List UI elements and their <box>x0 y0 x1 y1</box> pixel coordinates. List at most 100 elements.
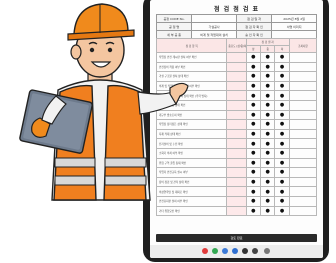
construction-worker-illustration <box>19 3 189 201</box>
result-check-cell[interactable]: ● <box>259 147 276 159</box>
importance-cell[interactable] <box>226 176 247 188</box>
result-check-cell[interactable]: ● <box>259 119 276 130</box>
result-check-cell[interactable]: ● <box>274 61 290 73</box>
note-cell[interactable] <box>288 109 318 121</box>
result-check-cell[interactable]: ● <box>274 52 290 63</box>
result-check-cell[interactable]: ● <box>245 99 261 111</box>
vest-reflective-strip <box>54 175 96 186</box>
result-check-cell[interactable]: ● <box>274 128 290 140</box>
green-app-icon[interactable] <box>212 248 218 254</box>
result-check-cell[interactable]: ● <box>259 71 276 82</box>
note-cell[interactable] <box>288 186 318 197</box>
importance-cell[interactable] <box>226 138 247 149</box>
importance-cell[interactable] <box>226 71 247 82</box>
worker-ear <box>70 44 82 60</box>
note-cell[interactable] <box>288 128 318 140</box>
result-check-cell[interactable]: ● <box>245 195 261 207</box>
note-cell[interactable] <box>288 167 318 178</box>
note-cell[interactable] <box>288 90 318 101</box>
result-check-cell[interactable]: ● <box>245 138 261 149</box>
result-check-cell[interactable]: ● <box>259 52 276 63</box>
result-check-cell[interactable]: ● <box>245 186 261 197</box>
note-cell[interactable] <box>288 138 318 149</box>
note-cell[interactable] <box>288 99 318 111</box>
importance-cell[interactable] <box>226 147 247 159</box>
result-check-cell[interactable]: ● <box>245 109 261 121</box>
note-cell[interactable] <box>288 195 318 207</box>
result-check-cell[interactable]: ● <box>274 195 290 207</box>
result-check-cell[interactable]: ● <box>259 109 276 121</box>
result-check-cell[interactable]: ● <box>245 167 261 178</box>
importance-cell[interactable] <box>226 128 247 140</box>
result-check-cell[interactable]: ● <box>245 176 261 188</box>
result-check-cell[interactable]: ● <box>274 157 290 169</box>
result-check-cell[interactable]: ● <box>274 176 290 188</box>
importance-cell[interactable] <box>226 167 247 178</box>
grid-app-icon[interactable] <box>264 248 270 254</box>
result-check-cell[interactable]: ● <box>245 157 261 169</box>
header-poor: 중 <box>259 45 276 53</box>
importance-cell[interactable] <box>226 109 247 121</box>
result-check-cell[interactable]: ● <box>245 71 261 82</box>
importance-cell[interactable] <box>226 157 247 169</box>
result-check-cell[interactable]: ● <box>274 205 290 217</box>
result-check-cell[interactable]: ● <box>245 52 261 63</box>
result-check-cell[interactable]: ● <box>259 80 276 92</box>
note-cell[interactable] <box>288 119 318 130</box>
note-cell[interactable] <box>288 176 318 188</box>
importance-cell[interactable] <box>226 119 247 130</box>
result-check-cell[interactable]: ● <box>259 90 276 101</box>
result-check-cell[interactable]: ● <box>245 80 261 92</box>
dark-app-icon[interactable] <box>242 248 248 254</box>
result-check-cell[interactable]: ● <box>274 167 290 178</box>
result-check-cell[interactable]: ● <box>274 119 290 130</box>
importance-cell[interactable] <box>226 90 247 101</box>
info-value[interactable]: 서명 이미지 <box>271 22 317 31</box>
result-check-cell[interactable]: ● <box>245 119 261 130</box>
note-cell[interactable] <box>288 80 318 92</box>
result-check-cell[interactable]: ● <box>245 205 261 217</box>
note-cell[interactable] <box>288 205 318 217</box>
result-check-cell[interactable]: ● <box>274 99 290 111</box>
red-app-icon[interactable] <box>202 248 208 254</box>
result-check-cell[interactable]: ● <box>274 147 290 159</box>
note-cell[interactable] <box>288 147 318 159</box>
importance-cell[interactable] <box>226 99 247 111</box>
result-check-cell[interactable]: ● <box>274 138 290 149</box>
result-check-cell[interactable]: ● <box>245 128 261 140</box>
dark-app-icon[interactable] <box>252 248 258 254</box>
importance-cell[interactable] <box>226 205 247 217</box>
result-check-cell[interactable]: ● <box>259 61 276 73</box>
result-check-cell[interactable]: ● <box>245 90 261 101</box>
blue-app-icon[interactable] <box>222 248 228 254</box>
result-check-cell[interactable]: ● <box>259 157 276 169</box>
result-check-cell[interactable]: ● <box>274 80 290 92</box>
vest-reflective-strip <box>54 157 96 168</box>
blue-app-icon[interactable] <box>232 248 238 254</box>
result-check-cell[interactable]: ● <box>259 205 276 217</box>
info-value[interactable]: 2025년 8월 2일 <box>271 14 317 23</box>
result-check-cell[interactable]: ● <box>245 147 261 159</box>
result-check-cell[interactable]: ● <box>259 128 276 140</box>
result-check-cell[interactable]: ● <box>274 71 290 82</box>
importance-cell[interactable] <box>226 61 247 73</box>
result-check-cell[interactable]: ● <box>259 195 276 207</box>
result-check-cell[interactable]: ● <box>274 90 290 101</box>
result-check-cell[interactable]: ● <box>245 61 261 73</box>
submit-button[interactable]: 검토 완료 <box>156 234 317 242</box>
importance-cell[interactable] <box>226 186 247 197</box>
result-check-cell[interactable]: ● <box>259 99 276 111</box>
importance-cell[interactable] <box>226 195 247 207</box>
note-cell[interactable] <box>288 157 318 169</box>
note-cell[interactable] <box>288 71 318 82</box>
result-check-cell[interactable]: ● <box>259 176 276 188</box>
importance-cell[interactable] <box>226 52 247 63</box>
result-check-cell[interactable]: ● <box>259 167 276 178</box>
note-cell[interactable] <box>288 52 318 63</box>
result-check-cell[interactable]: ● <box>259 186 276 197</box>
result-check-cell[interactable]: ● <box>259 138 276 149</box>
result-check-cell[interactable]: ● <box>274 109 290 121</box>
note-cell[interactable] <box>288 61 318 73</box>
result-check-cell[interactable]: ● <box>274 186 290 197</box>
importance-cell[interactable] <box>226 80 247 92</box>
